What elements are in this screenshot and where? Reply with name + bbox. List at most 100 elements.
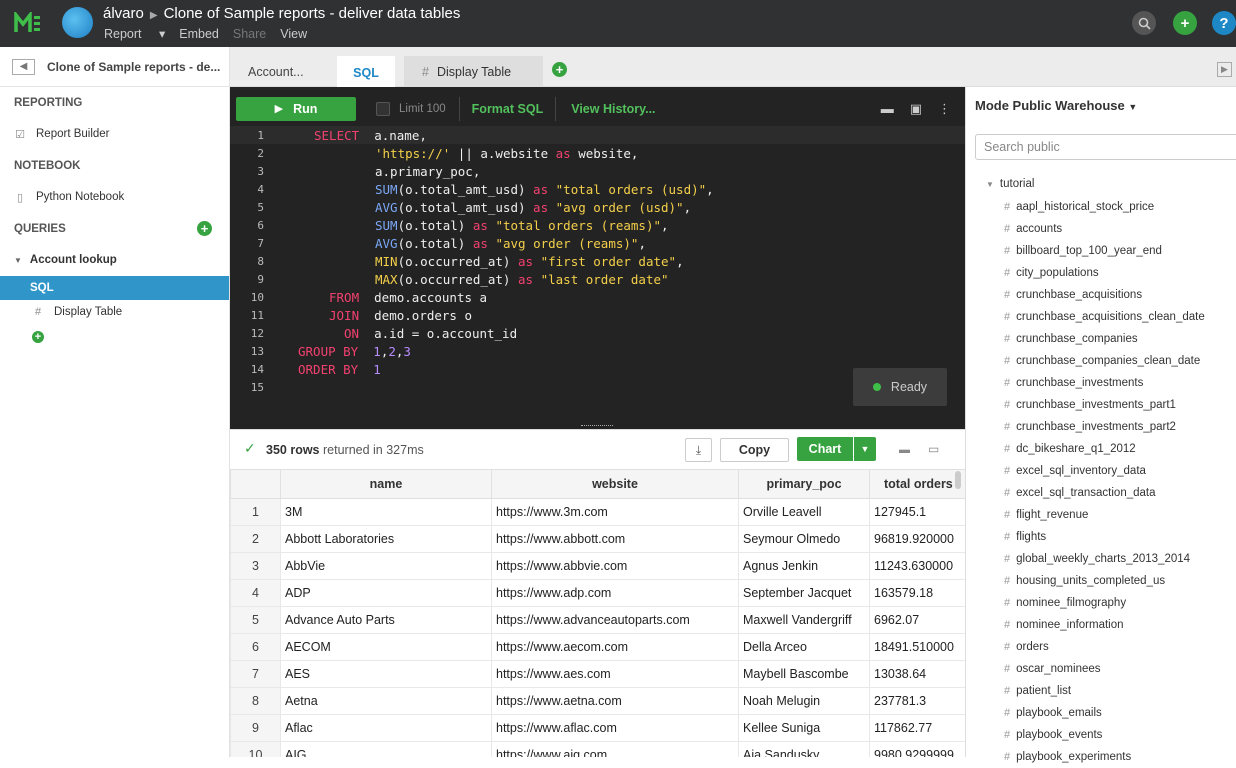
maximize-icon[interactable]: ▣ <box>910 101 922 117</box>
schema-table-item[interactable]: # dc_bikeshare_q1_2012 <box>1004 438 1205 460</box>
copy-button[interactable]: Copy <box>720 438 789 462</box>
limit-checkbox[interactable] <box>376 101 390 116</box>
table-header-row: name website primary_poc total orders <box>230 469 965 499</box>
warehouse-name: Mode Public Warehouse <box>975 98 1125 113</box>
schema-table-item[interactable]: # accounts <box>1004 218 1205 240</box>
menu-share[interactable]: Share <box>233 27 266 41</box>
table-row[interactable]: 3 AbbVie https://www.abbvie.com Agnus Jenki… <box>230 552 965 580</box>
sidebar-item-report-builder[interactable]: ☑ Report Builder <box>0 118 229 150</box>
table-icon: # <box>1004 751 1011 763</box>
menu-embed[interactable]: Embed <box>179 27 219 41</box>
format-sql-button[interactable]: Format SQL <box>472 102 544 116</box>
table-icon: # <box>1004 597 1011 609</box>
menu-view[interactable]: View <box>280 27 307 41</box>
sidebar-item-python-notebook[interactable]: ▯ Python Notebook <box>0 181 229 213</box>
table-icon: # <box>1004 399 1011 411</box>
table-row[interactable]: 8 Aetna https://www.aetna.com Noah Melugin 2… <box>230 687 965 715</box>
schema-table-item[interactable]: # crunchbase_companies <box>1004 328 1205 350</box>
schema-table-item[interactable]: # playbook_experiments <box>1004 746 1205 768</box>
table-row[interactable]: 7 AES https://www.aes.com Maybell Bascombe 1… <box>230 660 965 688</box>
schema-table-item[interactable]: # flight_revenue <box>1004 504 1205 526</box>
schema-table-item[interactable]: # crunchbase_acquisitions <box>1004 284 1205 306</box>
table-row[interactable]: 5 Advance Auto Parts https://www.advanceau… <box>230 606 965 634</box>
add-visualization-button[interactable]: + <box>32 331 44 343</box>
add-query-button[interactable]: + <box>197 221 212 236</box>
table-cell: Della Arceo <box>738 633 870 661</box>
schema-table-item[interactable]: # excel_sql_inventory_data <box>1004 460 1205 482</box>
mode-logo-icon[interactable] <box>14 12 42 34</box>
table-row[interactable]: 4 ADP https://www.adp.com September Jacquet… <box>230 579 965 607</box>
schema-table-item[interactable]: # housing_units_completed_us <box>1004 570 1205 592</box>
schema-table-item[interactable]: # oscar_nominees <box>1004 658 1205 680</box>
column-header[interactable]: primary_poc <box>738 469 870 499</box>
table-row[interactable]: 10 AIG https://www.aig.com Aja Sandusky 9980… <box>230 741 965 757</box>
collapse-sidebar-icon[interactable]: ◀ <box>12 58 35 75</box>
schema-table-item[interactable]: # global_weekly_charts_2013_2014 <box>1004 548 1205 570</box>
schema-table-item[interactable]: # crunchbase_acquisitions_clean_date <box>1004 306 1205 328</box>
table-row[interactable]: 1 3M https://www.3m.com Orville Leavell 1279… <box>230 498 965 526</box>
caret-down-icon: ▼ <box>986 180 994 189</box>
tab-display-table[interactable]: # Display Table <box>404 56 543 87</box>
table-cell: 127945.1 <box>869 498 965 526</box>
schema-table-item[interactable]: # crunchbase_investments_part2 <box>1004 416 1205 438</box>
code-line: 13 GROUP BY 1,2,3 <box>250 343 411 359</box>
schema-table-item[interactable]: # city_populations <box>1004 262 1205 284</box>
sidebar-item-display-table[interactable]: # Display Table <box>0 300 229 324</box>
download-icon[interactable]: ⤓ <box>685 438 712 462</box>
column-header[interactable]: website <box>491 469 739 499</box>
sidebar-item-sql[interactable]: SQL <box>0 276 229 300</box>
help-icon[interactable]: ? <box>1212 11 1236 35</box>
table-icon: # <box>1004 663 1011 675</box>
maximize-icon[interactable]: ▭ <box>928 442 939 456</box>
workspace-avatar[interactable] <box>62 7 93 38</box>
schema-table-item[interactable]: # orders <box>1004 636 1205 658</box>
table-row[interactable]: 6 AECOM https://www.aecom.com Della Arceo 18… <box>230 633 965 661</box>
run-label: Run <box>293 101 318 116</box>
run-button[interactable]: ▶ Run <box>236 96 356 121</box>
search-icon[interactable] <box>1132 11 1156 35</box>
schema-table-item[interactable]: # crunchbase_investments <box>1004 372 1205 394</box>
table-row[interactable]: 2 Abbott Laboratories https://www.abbott.c… <box>230 525 965 553</box>
scrollbar[interactable] <box>955 471 961 489</box>
view-history-button[interactable]: View History... <box>571 102 655 116</box>
menu-report[interactable]: Report ▾ <box>104 27 165 41</box>
schema-table-item[interactable]: # crunchbase_investments_part1 <box>1004 394 1205 416</box>
chart-dropdown-icon[interactable]: ▼ <box>854 437 876 461</box>
add-tab-button[interactable]: + <box>552 62 567 77</box>
schema-table-item[interactable]: # billboard_top_100_year_end <box>1004 240 1205 262</box>
table-cell: Aja Sandusky <box>738 741 870 757</box>
sidebar-item-account-lookup[interactable]: ▼ Account lookup <box>0 244 229 276</box>
schema-table-item[interactable]: # aapl_historical_stock_price <box>1004 196 1205 218</box>
schema-table-item[interactable]: # patient_list <box>1004 680 1205 702</box>
caret-down-icon: ▼ <box>1128 102 1138 112</box>
table-row[interactable]: 9 Aflac https://www.aflac.com Kellee Suniga… <box>230 714 965 742</box>
schema-table-item[interactable]: # flights <box>1004 526 1205 548</box>
minimize-icon[interactable]: ▬ <box>899 444 910 456</box>
column-header[interactable]: name <box>280 469 492 499</box>
schema-search-input[interactable]: Search public <box>975 134 1236 160</box>
more-options-icon[interactable]: ⋮ <box>938 101 951 117</box>
expand-panel-icon[interactable]: ▶ <box>1217 62 1232 77</box>
divider <box>555 96 557 121</box>
tab-sql[interactable]: SQL <box>337 56 395 87</box>
schema-table-item[interactable]: # crunchbase_companies_clean_date <box>1004 350 1205 372</box>
schema-table-item[interactable]: # nominee_information <box>1004 614 1205 636</box>
warehouse-selector[interactable]: Mode Public Warehouse ▼ <box>975 98 1137 113</box>
report-title[interactable]: Clone of Sample reports - deliver data t… <box>164 5 461 22</box>
create-new-button[interactable]: + <box>1173 11 1197 35</box>
chart-button[interactable]: Chart <box>797 437 853 461</box>
sidebar-item-label: Account lookup <box>29 254 117 266</box>
breadcrumb-user[interactable]: álvaro <box>103 5 144 22</box>
code-line: 9 MAX(o.occurred_at) as "last order date" <box>257 271 669 287</box>
schema-table-item[interactable]: # excel_sql_transaction_data <box>1004 482 1205 504</box>
tab-account[interactable]: Account... <box>230 56 336 87</box>
table-cell: ADP <box>280 579 492 607</box>
code-area[interactable]: 1 SELECT a.name, 2'https://' || a.website… <box>230 126 965 396</box>
schema-tutorial[interactable]: ▼ tutorial <box>986 178 1034 190</box>
column-header[interactable]: total orders <box>869 469 965 499</box>
schema-table-item[interactable]: # nominee_filmography <box>1004 592 1205 614</box>
table-icon: # <box>1004 685 1011 697</box>
schema-table-item[interactable]: # playbook_emails <box>1004 702 1205 724</box>
minimize-icon[interactable]: ▬ <box>881 101 894 117</box>
schema-table-item[interactable]: # playbook_events <box>1004 724 1205 746</box>
